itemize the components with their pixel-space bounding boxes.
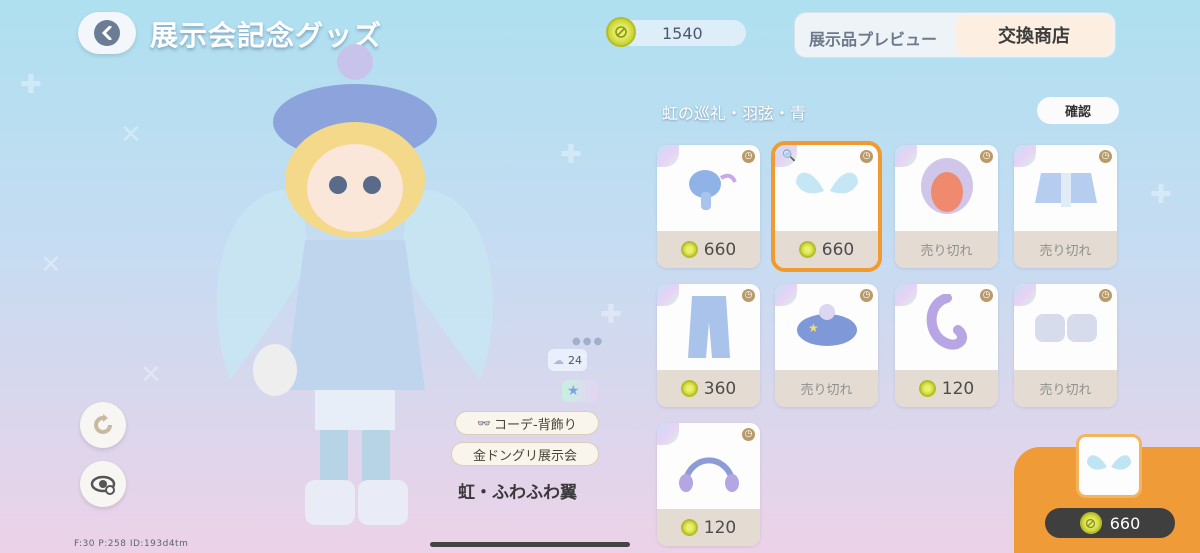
star-badge: ★ (562, 380, 598, 402)
clock-icon: ◷ (980, 289, 993, 302)
item-price: 360 (703, 378, 737, 399)
coin-icon (1079, 512, 1102, 534)
coin-icon (680, 519, 698, 536)
item-price: 660 (821, 239, 855, 260)
buy-button[interactable]: 660 (1045, 508, 1175, 538)
clock-icon: ◷ (742, 428, 755, 441)
magnifier-icon[interactable]: 🔍 (782, 149, 796, 162)
price-bar: 660 (775, 231, 878, 268)
price-bar: 120 (657, 509, 760, 546)
clock-icon: ◷ (742, 289, 755, 302)
confirm-button[interactable]: 確認 (1037, 97, 1119, 124)
back-button[interactable] (78, 12, 136, 54)
item-card-blue-jacket-top[interactable]: ◷ 売り切れ (1014, 145, 1117, 268)
item-card-purple-ponytail[interactable]: ◷ 120 (895, 284, 998, 407)
currency-amount: 1540 (662, 24, 703, 43)
price-bar: 売り切れ (1014, 231, 1117, 268)
soldout-label: 売り切れ (800, 383, 853, 398)
exhibition-tag: 金ドングリ展示会 (451, 442, 599, 466)
tab-exchange-shop[interactable]: 交換商店 (955, 15, 1113, 55)
coin-icon (680, 241, 698, 258)
glasses-icon: 👓 (477, 416, 491, 430)
item-card-blue-pants[interactable]: ◷ 360 (657, 284, 760, 407)
bg-cross-decoration: ✕ (120, 120, 142, 150)
likes-count: 24 (568, 353, 582, 367)
category-label: コーデ-背飾り (494, 417, 577, 433)
clock-icon: ◷ (1099, 289, 1112, 302)
buy-price: 660 (1109, 513, 1141, 533)
bg-plus-decoration: ✚ (20, 70, 42, 100)
likes-badge: ☁ 24 (548, 349, 587, 371)
bg-cross-decoration: ✕ (140, 360, 162, 390)
selected-item-thumbnail (1076, 434, 1142, 498)
item-price: 120 (703, 517, 737, 538)
currency-display: 1540 (606, 17, 746, 47)
price-bar: 売り切れ (895, 231, 998, 268)
clock-icon: ◷ (742, 150, 755, 163)
soldout-label: 売り切れ (1039, 244, 1092, 259)
exhibition-label: 金ドングリ展示会 (472, 448, 577, 464)
bg-plus-decoration: ✚ (560, 140, 582, 170)
set-name: 虹の巡礼・羽弦・青 (662, 104, 807, 123)
price-bar: 売り切れ (1014, 370, 1117, 407)
coin-icon (606, 17, 636, 47)
svg-text:★: ★ (808, 321, 819, 335)
price-bar: 360 (657, 370, 760, 407)
rotate-icon (94, 414, 112, 434)
coin-icon (798, 241, 816, 258)
item-card-ribbon-hairdryer[interactable]: ◷ 660 (657, 145, 760, 268)
clock-icon: ◷ (1099, 150, 1112, 163)
item-card-lavender-bob-hair[interactable]: ◷ 売り切れ (895, 145, 998, 268)
more-dots[interactable]: ●●● (572, 336, 604, 347)
soldout-label: 売り切れ (920, 244, 973, 259)
bg-plus-decoration: ✚ (600, 300, 622, 330)
price-bar: 売り切れ (775, 370, 878, 407)
rotate-button[interactable] (80, 402, 126, 448)
clock-icon: ◷ (980, 150, 993, 163)
item-card-angel-wings[interactable]: 🔍 ◷ 660 (771, 141, 882, 272)
price-bar: 660 (657, 231, 760, 268)
clock-icon: ◷ (860, 150, 873, 163)
view-toggle-button[interactable] (80, 461, 126, 507)
chevron-left-icon (94, 20, 120, 46)
cloud-heart-icon: ☁ (553, 353, 564, 367)
item-price: 120 (941, 378, 975, 399)
eye-search-icon (90, 475, 116, 495)
item-card-purple-headband[interactable]: ◷ 120 (657, 423, 760, 546)
bg-plus-decoration: ✚ (1150, 180, 1172, 210)
tab-preview[interactable]: 展示品プレビュー (809, 26, 937, 50)
tab-bar: 展示品プレビュー 交換商店 (794, 12, 1116, 58)
category-tag: 👓 コーデ-背飾り (455, 411, 599, 435)
soldout-label: 売り切れ (1039, 383, 1092, 398)
item-name: 虹・ふわふわ翼 (458, 483, 577, 503)
debug-info: F:30 P:258 ID:193d4tm (74, 539, 189, 549)
bg-cross-decoration: ✕ (40, 250, 62, 280)
price-bar: 120 (895, 370, 998, 407)
coin-icon (918, 380, 936, 397)
item-card-silver-sneakers[interactable]: ◷ 売り切れ (1014, 284, 1117, 407)
coin-icon (680, 380, 698, 397)
clock-icon: ◷ (860, 289, 873, 302)
item-price: 660 (703, 239, 737, 260)
star-icon: ★ (567, 383, 580, 399)
wings-icon (1087, 455, 1131, 470)
home-indicator[interactable] (430, 542, 630, 547)
item-card-star-beret[interactable]: ★ ◷ 売り切れ (775, 284, 878, 407)
